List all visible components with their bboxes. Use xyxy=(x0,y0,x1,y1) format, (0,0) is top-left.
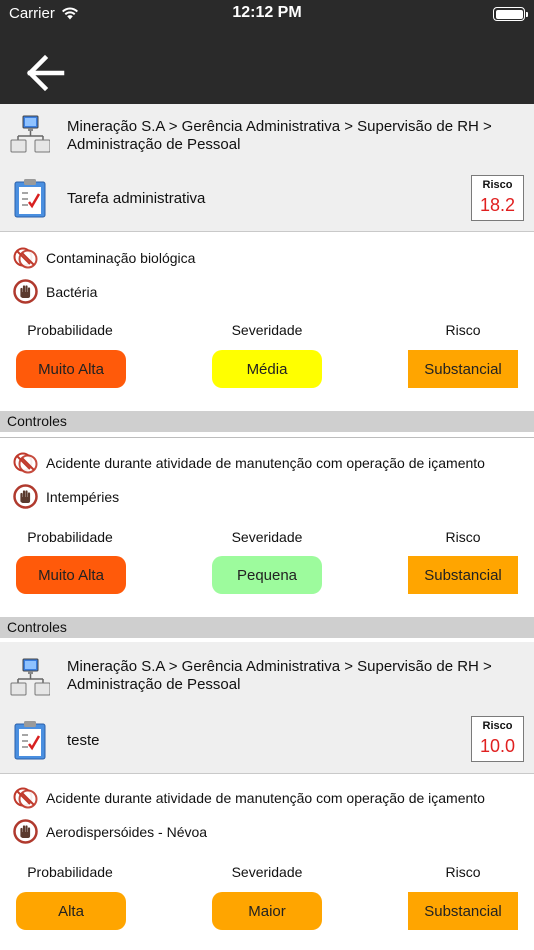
stop-hand-icon xyxy=(13,484,38,509)
severity-header: Severidade xyxy=(231,529,303,545)
task-name: teste xyxy=(67,732,100,749)
probability-badge[interactable]: Muito Alta xyxy=(16,556,126,594)
divider xyxy=(0,437,534,438)
severity-header: Severidade xyxy=(231,864,303,880)
hazard-row: Contaminação biológica xyxy=(13,245,195,270)
severity-badge[interactable]: Pequena xyxy=(212,556,322,594)
agent-row: Aerodispersóides - Névoa xyxy=(13,819,207,844)
stop-hand-icon xyxy=(13,819,38,844)
org-path: Mineração S.A > Gerência Administrativa … xyxy=(67,658,492,693)
hazard-label: Acidente durante atividade de manutenção… xyxy=(46,789,485,806)
hazard-icon xyxy=(13,247,38,269)
hazard-label: Acidente durante atividade de manutenção… xyxy=(46,454,485,471)
risk-level-badge[interactable]: Substancial xyxy=(408,350,518,388)
hazard-row: Acidente durante atividade de manutenção… xyxy=(13,450,485,475)
controls-section-header[interactable]: Controles xyxy=(0,617,534,638)
severity-header: Severidade xyxy=(231,322,303,338)
probability-badge[interactable]: Muito Alta xyxy=(16,350,126,388)
hazard-icon xyxy=(13,452,38,474)
org-structure-icon xyxy=(10,115,50,153)
agent-label: Bactéria xyxy=(46,283,98,300)
org-structure-icon xyxy=(10,658,50,696)
back-arrow-icon[interactable] xyxy=(22,52,70,94)
probability-badge[interactable]: Alta xyxy=(16,892,126,930)
task-header[interactable]: Mineração S.A > Gerência Administrativa … xyxy=(0,104,534,232)
risk-score-box: Risco 10.0 xyxy=(471,716,524,762)
navigation-bar xyxy=(0,28,534,104)
severity-badge[interactable]: Maior xyxy=(212,892,322,930)
task-header[interactable]: Mineração S.A > Gerência Administrativa … xyxy=(0,642,534,774)
risk-score-box: Risco 18.2 xyxy=(471,175,524,221)
stop-hand-icon xyxy=(13,279,38,304)
agent-row: Intempéries xyxy=(13,484,119,509)
hazard-row: Acidente durante atividade de manutenção… xyxy=(13,785,485,810)
agent-row: Bactéria xyxy=(13,279,97,304)
status-bar: Carrier 12:12 PM xyxy=(0,0,534,28)
probability-header: Probabilidade xyxy=(27,529,113,545)
risk-level-badge[interactable]: Substancial xyxy=(408,556,518,594)
battery-icon xyxy=(493,7,528,21)
severity-badge[interactable]: Média xyxy=(212,350,322,388)
clipboard-checklist-icon xyxy=(14,721,46,760)
risk-score-label: Risco xyxy=(482,179,513,191)
agent-label: Aerodispersóides - Névoa xyxy=(46,823,208,840)
risk-header: Risco xyxy=(445,864,481,880)
task-name: Tarefa administrativa xyxy=(67,190,206,207)
org-path: Mineração S.A > Gerência Administrativa … xyxy=(67,118,492,153)
risk-header: Risco xyxy=(445,322,481,338)
clock: 12:12 PM xyxy=(232,4,302,21)
risk-score-value: 10.0 xyxy=(479,736,516,756)
agent-label: Intempéries xyxy=(46,488,120,505)
risk-score-label: Risco xyxy=(482,720,513,732)
controls-section-header[interactable]: Controles xyxy=(0,411,534,432)
hazard-icon xyxy=(13,787,38,809)
probability-header: Probabilidade xyxy=(27,864,113,880)
risk-score-value: 18.2 xyxy=(479,195,516,215)
hazard-label: Contaminação biológica xyxy=(46,249,196,266)
clipboard-checklist-icon xyxy=(14,179,46,218)
risk-header: Risco xyxy=(445,529,481,545)
risk-level-badge[interactable]: Substancial xyxy=(408,892,518,930)
probability-header: Probabilidade xyxy=(27,322,113,338)
